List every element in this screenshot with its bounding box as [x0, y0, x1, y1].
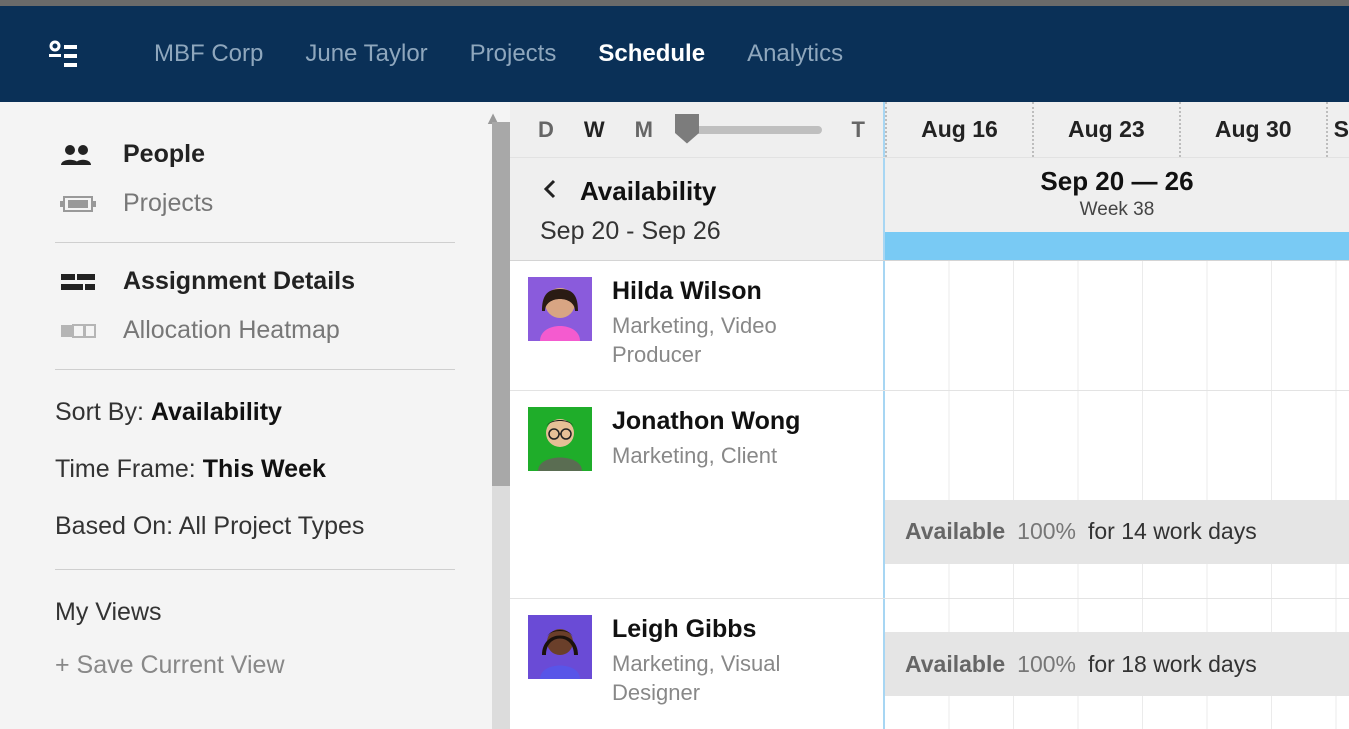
sidebar-item-allocation-heatmap[interactable]: Allocation Heatmap	[55, 306, 455, 355]
avatar	[528, 277, 592, 341]
week-subtitle: Week 38	[1080, 199, 1155, 221]
timeline-columns: Aug 16 Aug 23 Aug 30 S	[885, 102, 1349, 157]
availability-title: Availability	[580, 176, 716, 207]
time-frame-key: Time Frame:	[55, 455, 203, 483]
timeline-col[interactable]: Aug 16	[885, 102, 1032, 157]
projects-icon	[55, 192, 101, 216]
availability-header: Availability Sep 20 - Sep 26 Sep 20 — 26…	[510, 158, 1349, 261]
nav-schedule[interactable]: Schedule	[598, 40, 705, 68]
avatar	[528, 407, 592, 471]
sidebar-scrollbar[interactable]	[492, 122, 510, 729]
timeline-col[interactable]: S	[1326, 102, 1349, 157]
sidebar: ▲ People Projects Assignment Details	[0, 102, 510, 729]
sidebar-label: Allocation Heatmap	[123, 316, 340, 345]
availability-bar[interactable]: Available 100% for 18 work days	[885, 632, 1349, 696]
heatmap-icon	[55, 319, 101, 343]
scale-day-button[interactable]: D	[528, 117, 564, 143]
sort-by-control[interactable]: Sort By: Availability	[55, 384, 455, 441]
slider-track[interactable]	[681, 126, 822, 134]
sidebar-item-projects[interactable]: Projects	[55, 179, 455, 228]
timeline-col[interactable]: Aug 30	[1179, 102, 1326, 157]
slider-handle[interactable]	[675, 114, 699, 144]
person-role: Marketing, Video Producer	[612, 312, 865, 369]
main: ▲ People Projects Assignment Details	[0, 102, 1349, 729]
availability-label: Available	[905, 651, 1005, 678]
nav-june-taylor[interactable]: June Taylor	[305, 40, 427, 68]
person-timeline[interactable]: Available 100% for 14 work days	[885, 391, 1349, 598]
scale-month-button[interactable]: M	[625, 117, 663, 143]
people-icon	[55, 143, 101, 167]
people-rows: Hilda Wilson Marketing, Video Producer	[510, 261, 1349, 729]
nav-analytics[interactable]: Analytics	[747, 40, 843, 68]
person-role: Marketing, Visual Designer	[612, 650, 865, 707]
sidebar-label: Assignment Details	[123, 267, 355, 296]
avatar	[528, 615, 592, 679]
availability-rest: for 14 work days	[1088, 518, 1257, 545]
back-icon[interactable]	[540, 178, 562, 205]
person-timeline[interactable]	[885, 261, 1349, 390]
availability-rest: for 18 work days	[1088, 651, 1257, 678]
nav-mbf-corp[interactable]: MBF Corp	[154, 40, 263, 68]
sort-by-value: Availability	[151, 398, 282, 426]
person-name: Jonathon Wong	[612, 407, 800, 436]
divider	[55, 569, 455, 570]
nav-projects[interactable]: Projects	[470, 40, 557, 68]
timeline-header: D W M T Aug 16 Aug 23 Aug 30 S	[510, 102, 1349, 158]
time-frame-value: This Week	[203, 455, 326, 483]
availability-header-left: Availability Sep 20 - Sep 26	[510, 158, 885, 260]
sidebar-label: People	[123, 140, 205, 169]
top-nav: MBF Corp June Taylor Projects Schedule A…	[0, 0, 1349, 102]
timeline-col[interactable]: Aug 23	[1032, 102, 1179, 157]
zoom-slider[interactable]	[673, 126, 830, 134]
timeline-scale-controls: D W M T	[510, 102, 885, 157]
my-views-heading: My Views	[55, 584, 455, 641]
based-on-control[interactable]: Based On: All Project Types	[55, 498, 455, 555]
divider	[55, 369, 455, 370]
availability-percent: 100%	[1017, 651, 1076, 678]
person-name: Hilda Wilson	[612, 277, 865, 306]
sort-by-key: Sort By:	[55, 398, 151, 426]
assignment-details-icon	[55, 270, 101, 294]
person-left: Jonathon Wong Marketing, Client	[510, 391, 885, 598]
availability-header-right[interactable]: Sep 20 — 26 Week 38	[885, 158, 1349, 260]
week-highlight-bar	[885, 232, 1349, 260]
divider	[55, 242, 455, 243]
person-row[interactable]: Jonathon Wong Marketing, Client Availabl…	[510, 391, 1349, 599]
scrollbar-thumb[interactable]	[492, 122, 510, 486]
schedule-panel: D W M T Aug 16 Aug 23 Aug 30 S	[510, 102, 1349, 729]
week-title: Sep 20 — 26	[1040, 166, 1193, 197]
scale-today-button[interactable]: T	[840, 117, 865, 143]
availability-bar[interactable]: Available 100% for 14 work days	[885, 500, 1349, 564]
person-timeline[interactable]: Available 100% for 18 work days	[885, 599, 1349, 729]
person-role: Marketing, Client	[612, 442, 800, 471]
person-left: Leigh Gibbs Marketing, Visual Designer	[510, 599, 885, 729]
person-row[interactable]: Hilda Wilson Marketing, Video Producer	[510, 261, 1349, 391]
sidebar-item-assignment-details[interactable]: Assignment Details	[55, 257, 455, 306]
person-left: Hilda Wilson Marketing, Video Producer	[510, 261, 885, 390]
scale-week-button[interactable]: W	[574, 117, 615, 143]
time-frame-control[interactable]: Time Frame: This Week	[55, 441, 455, 498]
availability-label: Available	[905, 518, 1005, 545]
person-row[interactable]: Leigh Gibbs Marketing, Visual Designer A…	[510, 599, 1349, 729]
person-name: Leigh Gibbs	[612, 615, 865, 644]
save-current-view-button[interactable]: + Save Current View	[55, 641, 455, 690]
brand-icon[interactable]	[40, 37, 84, 71]
sidebar-item-people[interactable]: People	[55, 130, 455, 179]
availability-range: Sep 20 - Sep 26	[540, 217, 859, 246]
sidebar-label: Projects	[123, 189, 213, 218]
availability-percent: 100%	[1017, 518, 1076, 545]
